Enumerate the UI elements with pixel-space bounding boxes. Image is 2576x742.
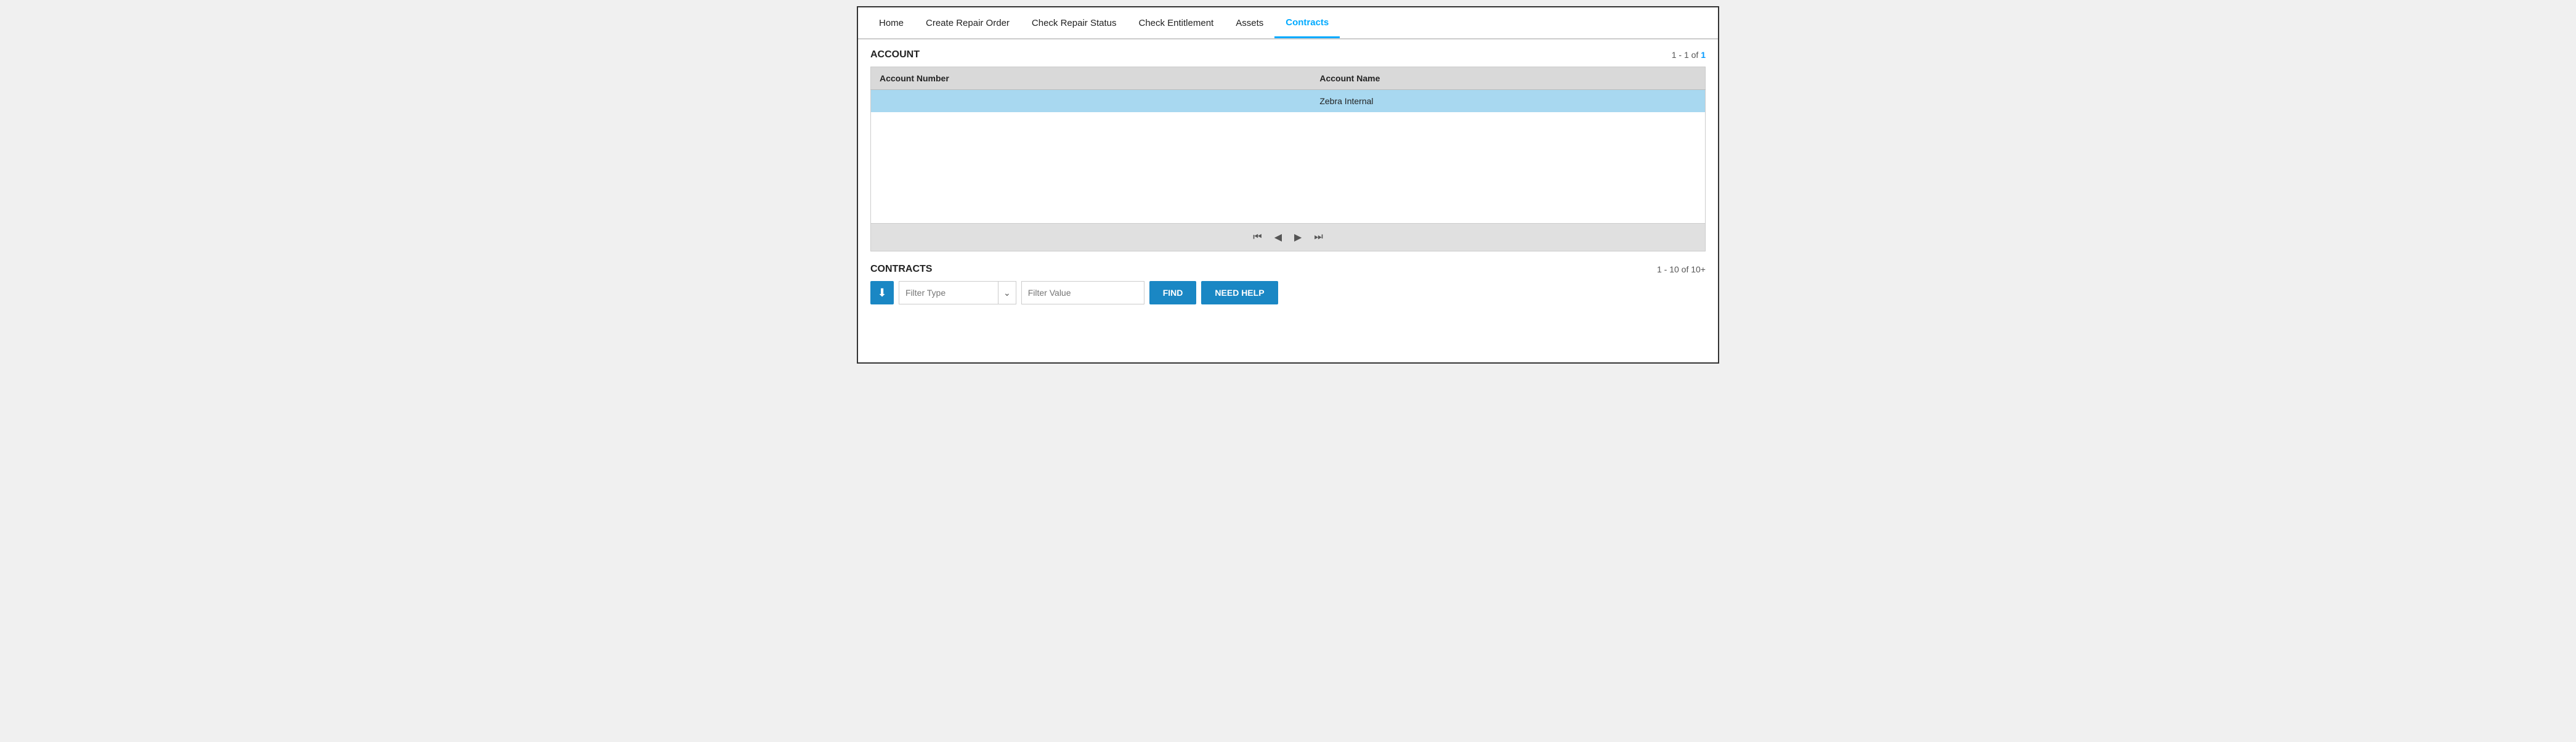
- pager-last-button[interactable]: ⏭: [1310, 230, 1326, 244]
- contracts-section: CONTRACTS 1 - 10 of 10+ ⬇ ⌄ FIND NEED HE…: [870, 264, 1706, 304]
- account-section-title: ACCOUNT: [870, 49, 920, 60]
- filter-type-wrapper: ⌄: [899, 281, 1016, 304]
- col-account-name: Account Name: [1311, 67, 1705, 90]
- account-pagination: 1 - 1 of 1: [1672, 50, 1706, 60]
- account-table-footer: ⏮ ◀ ▶ ⏭: [870, 224, 1706, 251]
- table-row: [871, 179, 1706, 201]
- cell-account-number: [871, 90, 1311, 113]
- account-header-row: ACCOUNT 1 - 1 of 1: [870, 49, 1706, 60]
- filter-type-input[interactable]: [899, 282, 998, 304]
- table-row: [871, 157, 1706, 179]
- contracts-section-title: CONTRACTS: [870, 264, 932, 275]
- nav-check-repair-status[interactable]: Check Repair Status: [1021, 9, 1128, 37]
- contracts-toolbar: ⬇ ⌄ FIND NEED HELP: [870, 281, 1706, 304]
- need-help-button[interactable]: NEED HELP: [1201, 281, 1278, 304]
- account-table-head: Account Number Account Name: [871, 67, 1706, 90]
- account-table-body: Zebra Internal: [871, 90, 1706, 224]
- nav-check-entitlement[interactable]: Check Entitlement: [1127, 9, 1225, 37]
- contracts-header-row: CONTRACTS 1 - 10 of 10+: [870, 264, 1706, 275]
- filter-value-input[interactable]: [1021, 281, 1144, 304]
- download-button[interactable]: ⬇: [870, 281, 894, 304]
- col-account-number: Account Number: [871, 67, 1311, 90]
- pager-prev-button[interactable]: ◀: [1271, 230, 1286, 245]
- cell-account-name: Zebra Internal: [1311, 90, 1705, 113]
- account-table-header-row: Account Number Account Name: [871, 67, 1706, 90]
- main-content: ACCOUNT 1 - 1 of 1 Account Number Accoun…: [858, 39, 1718, 314]
- table-row: [871, 134, 1706, 157]
- nav-home[interactable]: Home: [868, 9, 915, 37]
- pager-first-button[interactable]: ⏮: [1249, 230, 1265, 244]
- account-table: Account Number Account Name Zebra Intern…: [870, 67, 1706, 224]
- find-button[interactable]: FIND: [1149, 281, 1197, 304]
- table-row[interactable]: Zebra Internal: [871, 90, 1706, 113]
- nav-create-repair-order[interactable]: Create Repair Order: [915, 9, 1021, 37]
- table-row: [871, 201, 1706, 224]
- table-row: [871, 112, 1706, 134]
- contracts-pagination: 1 - 10 of 10+: [1657, 264, 1706, 274]
- filter-type-chevron-icon[interactable]: ⌄: [998, 282, 1016, 304]
- download-icon: ⬇: [877, 287, 886, 300]
- nav-assets[interactable]: Assets: [1225, 9, 1274, 37]
- top-navigation: Home Create Repair Order Check Repair St…: [858, 7, 1718, 39]
- nav-contracts[interactable]: Contracts: [1274, 9, 1340, 38]
- pager-next-button[interactable]: ▶: [1290, 230, 1305, 245]
